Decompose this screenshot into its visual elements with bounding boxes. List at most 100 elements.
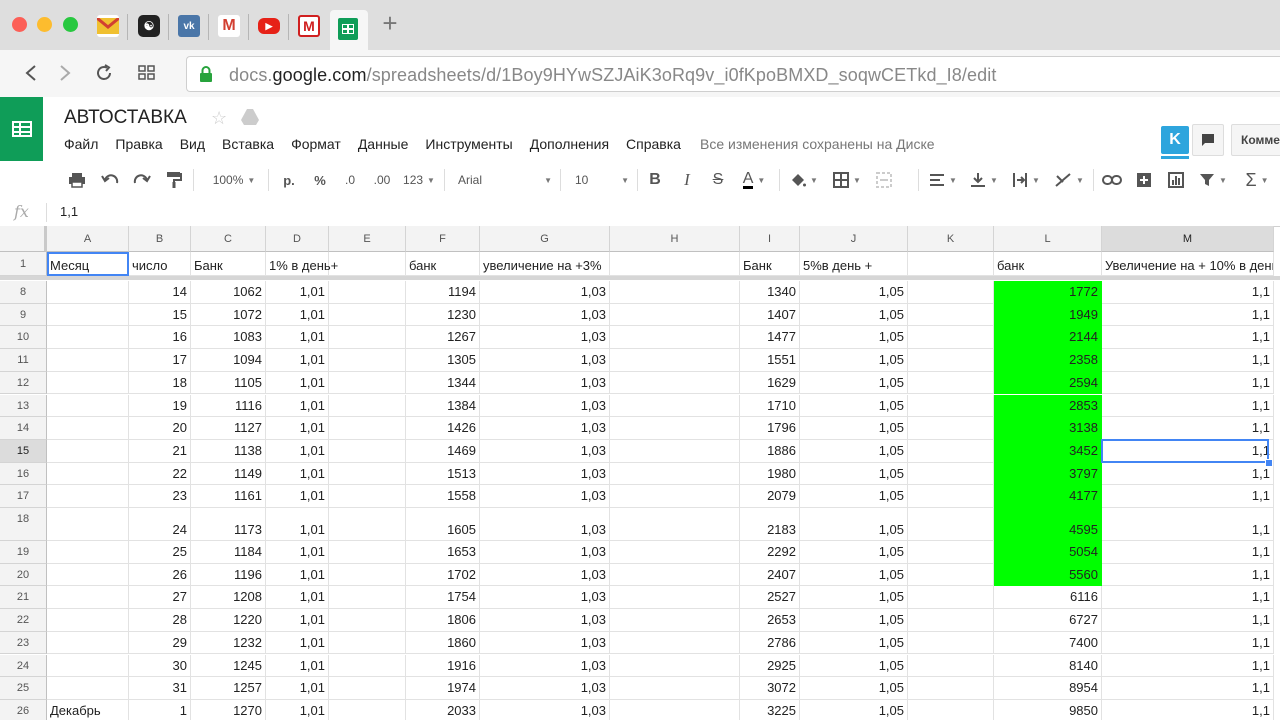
table-cell-i[interactable]: 1629 (740, 371, 800, 395)
table-cell-k[interactable] (908, 417, 994, 440)
more-formats-select[interactable]: 123 ▼ (402, 170, 436, 190)
table-cell-d[interactable]: 1,01 (266, 541, 329, 564)
table-cell-b[interactable]: 21 (129, 439, 191, 463)
column-header-g[interactable]: G (480, 226, 610, 252)
table-cell-e[interactable] (329, 699, 406, 720)
table-cell-m[interactable]: 1,1 (1102, 281, 1274, 304)
table-cell-k[interactable] (908, 699, 994, 720)
table-cell-h[interactable] (610, 326, 740, 350)
table-cell-e[interactable] (329, 439, 406, 463)
functions-button[interactable]: Σ ▼ (1240, 170, 1274, 190)
table-cell-h[interactable] (610, 281, 740, 304)
table-cell-l[interactable]: 3452 (994, 439, 1102, 463)
row-header[interactable]: 24 (0, 654, 47, 678)
table-cell-e[interactable] (329, 677, 406, 700)
table-cell-g[interactable]: 1,03 (480, 654, 610, 678)
table-cell-m[interactable]: 1,1 (1102, 699, 1274, 720)
table-cell-j[interactable]: 1,05 (800, 462, 908, 486)
new-tab-button[interactable]: + (378, 10, 402, 36)
table-cell-c[interactable]: 1062 (191, 281, 266, 304)
table-cell-l[interactable]: 1949 (994, 303, 1102, 327)
header-cell-f[interactable]: банк (406, 252, 480, 276)
table-cell-b[interactable]: 26 (129, 563, 191, 587)
table-cell-e[interactable] (329, 541, 406, 564)
table-cell-f[interactable]: 1305 (406, 349, 480, 372)
table-cell-l[interactable]: 2358 (994, 349, 1102, 372)
row-header[interactable]: 11 (0, 349, 47, 372)
table-cell-k[interactable] (908, 541, 994, 564)
fill-color-button[interactable]: ▼ (788, 170, 820, 190)
header-cell-l[interactable]: банк (994, 252, 1102, 276)
table-cell-h[interactable] (610, 541, 740, 564)
reload-button[interactable] (91, 60, 117, 86)
table-cell-a[interactable] (47, 609, 129, 632)
table-cell-g[interactable]: 1,03 (480, 586, 610, 610)
table-cell-h[interactable] (610, 303, 740, 327)
table-cell-i[interactable]: 2653 (740, 609, 800, 632)
table-cell-i[interactable]: 1477 (740, 326, 800, 350)
table-cell-k[interactable] (908, 586, 994, 610)
insert-link-button[interactable] (1101, 170, 1123, 190)
zoom-select[interactable]: 100% ▼ (208, 170, 260, 190)
table-cell-f[interactable]: 1916 (406, 654, 480, 678)
table-cell-e[interactable] (329, 371, 406, 395)
column-header-a[interactable]: A (47, 226, 129, 252)
table-cell-e[interactable] (329, 462, 406, 486)
table-cell-l[interactable]: 8954 (994, 677, 1102, 700)
table-cell-a[interactable] (47, 631, 129, 655)
header-cell-b[interactable]: число (129, 252, 191, 276)
table-cell-g[interactable]: 1,03 (480, 371, 610, 395)
table-cell-h[interactable] (610, 417, 740, 440)
close-window-button[interactable] (12, 17, 27, 32)
tab-gmail-1[interactable] (97, 15, 119, 37)
table-cell-i[interactable]: 1340 (740, 281, 800, 304)
table-cell-l[interactable]: 5054 (994, 541, 1102, 564)
tab-camera[interactable]: ☯ (138, 15, 160, 37)
table-cell-b[interactable]: 19 (129, 394, 191, 418)
table-cell-l[interactable]: 2144 (994, 326, 1102, 350)
table-cell-l[interactable]: 4595 (994, 508, 1102, 541)
table-cell-d[interactable]: 1,01 (266, 699, 329, 720)
table-cell-k[interactable] (908, 609, 994, 632)
table-cell-f[interactable]: 1194 (406, 281, 480, 304)
table-cell-a[interactable] (47, 371, 129, 395)
table-cell-d[interactable]: 1,01 (266, 326, 329, 350)
table-cell-a[interactable] (47, 394, 129, 418)
table-cell-f[interactable]: 1754 (406, 586, 480, 610)
table-cell-a[interactable] (47, 508, 129, 541)
header-cell-d[interactable]: 1% в день+ (266, 252, 338, 276)
header-cell-i[interactable]: Банк (740, 252, 800, 276)
table-cell-a[interactable] (47, 485, 129, 508)
table-cell-k[interactable] (908, 349, 994, 372)
print-button[interactable] (66, 170, 88, 190)
table-cell-j[interactable]: 1,05 (800, 371, 908, 395)
move-to-drive-icon[interactable] (240, 108, 260, 131)
table-cell-h[interactable] (610, 394, 740, 418)
insert-comment-button[interactable] (1133, 170, 1155, 190)
table-cell-b[interactable]: 1 (129, 699, 191, 720)
table-cell-k[interactable] (908, 371, 994, 395)
table-cell-d[interactable]: 1,01 (266, 417, 329, 440)
table-cell-j[interactable]: 1,05 (800, 485, 908, 508)
chat-button[interactable] (1192, 124, 1224, 156)
table-cell-e[interactable] (329, 654, 406, 678)
save-status[interactable]: Все изменения сохранены на Диске (700, 136, 935, 152)
table-cell-h[interactable] (610, 439, 740, 463)
table-cell-a[interactable] (47, 541, 129, 564)
row-header[interactable]: 17 (0, 485, 47, 508)
table-cell-c[interactable]: 1257 (191, 677, 266, 700)
header-cell-m[interactable]: Увеличение на + 10% в день (1102, 252, 1274, 276)
forward-button[interactable] (52, 60, 78, 86)
table-cell-e[interactable] (329, 609, 406, 632)
percent-format-button[interactable]: % (310, 170, 330, 190)
table-cell-l[interactable]: 3797 (994, 462, 1102, 486)
table-cell-f[interactable]: 1974 (406, 677, 480, 700)
column-header-d[interactable]: D (266, 226, 329, 252)
table-cell-m[interactable]: 1,1 (1102, 303, 1274, 327)
table-cell-l[interactable]: 6727 (994, 609, 1102, 632)
table-cell-b[interactable]: 30 (129, 654, 191, 678)
table-cell-g[interactable]: 1,03 (480, 699, 610, 720)
address-bar[interactable]: docs.google.com/spreadsheets/d/1Boy9HYwS… (186, 56, 1280, 92)
table-cell-h[interactable] (610, 654, 740, 678)
menu-tools[interactable]: Инструменты (425, 136, 512, 152)
